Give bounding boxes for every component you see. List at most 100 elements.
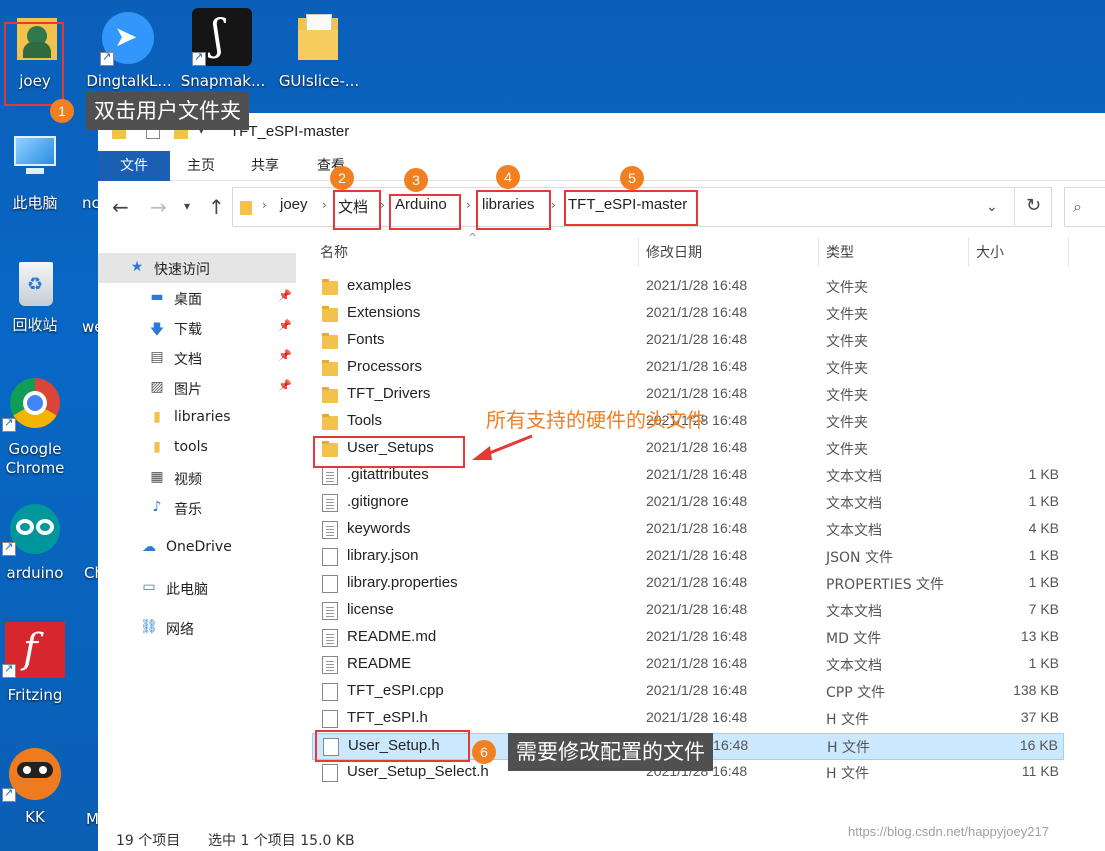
desktop-icon-kk[interactable]: KK xyxy=(0,742,70,832)
desktop-icon-snapmaker[interactable]: ʃ Snapmak... xyxy=(181,8,265,98)
table-row[interactable]: license 2021/1/28 16:48 文本文档 7 KB xyxy=(312,598,1064,625)
sidebar-item[interactable]: ▭ 此电脑 xyxy=(98,573,296,603)
file-name: Tools xyxy=(347,412,383,429)
column-date[interactable]: 修改日期 xyxy=(646,242,702,262)
file-date: 2021/1/28 16:48 xyxy=(646,493,748,509)
table-row[interactable]: Processors 2021/1/28 16:48 文件夹 xyxy=(312,355,1064,382)
file-size: 16 KB xyxy=(1019,737,1058,753)
table-row[interactable]: Extensions 2021/1/28 16:48 文件夹 xyxy=(312,301,1064,328)
desktop-icon-recycle-bin[interactable]: ♻ 回收站 xyxy=(0,252,70,342)
sidebar-item[interactable]: ♪ 音乐 xyxy=(98,493,296,523)
sidebar-item[interactable]: ▮ tools xyxy=(98,433,296,463)
file-icon xyxy=(322,521,338,539)
tab-home[interactable]: 主页 xyxy=(184,151,218,181)
desktop-icon-arduino[interactable]: arduino xyxy=(0,496,70,586)
table-row[interactable]: TFT_eSPI.h 2021/1/28 16:48 H 文件 37 KB xyxy=(312,706,1064,733)
table-row[interactable]: README.md 2021/1/28 16:48 MD 文件 13 KB xyxy=(312,625,1064,652)
table-row[interactable]: .gitignore 2021/1/28 16:48 文本文档 1 KB xyxy=(312,490,1064,517)
table-row[interactable]: TFT_eSPI.cpp 2021/1/28 16:48 CPP 文件 138 KB xyxy=(312,679,1064,706)
pin-icon[interactable]: 📌 xyxy=(278,319,292,332)
pin-icon[interactable]: 📌 xyxy=(278,379,292,392)
desktop-icon-google-chrome[interactable]: Google Chrome xyxy=(0,372,70,477)
sidebar-item[interactable]: ⛓ 网络 xyxy=(98,613,296,643)
file-date: 2021/1/28 16:48 xyxy=(646,574,748,590)
file-size: 138 KB xyxy=(1013,682,1059,698)
file-name: TFT_eSPI.h xyxy=(347,709,428,726)
sidebar-item-label: 图片 xyxy=(174,382,202,398)
file-date: 2021/1/28 16:48 xyxy=(646,547,748,563)
chevron-right-icon: › xyxy=(322,198,327,212)
file-type: 文本文档 xyxy=(826,469,882,485)
breadcrumb-joey[interactable]: joey xyxy=(280,196,308,213)
sidebar-item-label: tools xyxy=(174,439,208,455)
table-row[interactable]: library.json 2021/1/28 16:48 JSON 文件 1 KB xyxy=(312,544,1064,571)
desktop-icon-label-partial: nc xyxy=(82,194,98,212)
file-name: TFT_eSPI.cpp xyxy=(347,682,444,699)
table-row[interactable]: library.properties 2021/1/28 16:48 PROPERT… xyxy=(312,571,1064,598)
file-size: 1 KB xyxy=(1028,655,1059,671)
sidebar-item[interactable]: ▤ 文档 📌 xyxy=(98,343,296,373)
refresh-button[interactable]: ↻ xyxy=(1014,187,1052,227)
table-row[interactable]: Fonts 2021/1/28 16:48 文件夹 xyxy=(312,328,1064,355)
recent-locations-button[interactable]: ▾ xyxy=(184,199,190,213)
table-row[interactable]: examples 2021/1/28 16:48 文件夹 xyxy=(312,274,1064,301)
file-name: library.properties xyxy=(347,574,458,591)
annotation-box-user-setup-h xyxy=(315,730,470,762)
shortcut-arrow-icon xyxy=(2,540,16,556)
file-date: 2021/1/28 16:48 xyxy=(646,331,748,347)
tab-file[interactable]: 文件 xyxy=(98,151,170,181)
file-name: .gitattributes xyxy=(347,466,429,483)
selection-info: 选中 1 个项目 15.0 KB xyxy=(208,833,355,849)
desktop-icon-this-pc[interactable]: 此电脑 xyxy=(0,128,70,218)
document-icon: ▤ xyxy=(150,349,164,365)
file-size: 7 KB xyxy=(1028,601,1059,617)
chevron-down-icon[interactable]: ⌄ xyxy=(986,199,998,215)
chevron-right-icon: › xyxy=(466,198,471,212)
desktop-icon-guislice[interactable]: GUIslice-... xyxy=(278,8,359,98)
file-name: Fonts xyxy=(347,331,385,348)
up-button[interactable]: ↑ xyxy=(208,195,225,219)
annotation-box-libraries xyxy=(476,190,551,230)
pin-icon[interactable]: 📌 xyxy=(278,349,292,362)
back-button[interactable]: ← xyxy=(112,195,129,219)
annotation-badge-1: 1 xyxy=(50,99,74,123)
file-size: 11 KB xyxy=(1021,763,1059,779)
sidebar-item[interactable]: 🡇 下载 📌 xyxy=(98,313,296,343)
desktop-icon-label-partial: M xyxy=(86,810,98,828)
desktop-icon-label: GUIslice-... xyxy=(278,72,360,90)
sidebar-item[interactable]: ☁ OneDrive xyxy=(98,533,296,563)
sidebar-item[interactable]: ▦ 视频 xyxy=(98,463,296,493)
annotation-arrow xyxy=(472,434,533,460)
download-icon: 🡇 xyxy=(149,322,165,338)
column-name[interactable]: 名称 xyxy=(320,242,348,262)
search-input[interactable]: ⌕ xyxy=(1064,187,1105,227)
tab-share[interactable]: 共享 xyxy=(248,151,282,181)
annotation-box-joey xyxy=(4,22,64,106)
file-size: 37 KB xyxy=(1020,709,1059,725)
ribbon: 文件 主页 共享 查看 xyxy=(98,151,1105,181)
sidebar-item[interactable]: ▮ libraries xyxy=(98,403,296,433)
folder-icon xyxy=(322,306,338,322)
sidebar-item[interactable]: ▨ 图片 📌 xyxy=(98,373,296,403)
file-type: 文本文档 xyxy=(826,604,882,620)
chevron-up-icon: ^ xyxy=(468,231,478,244)
forward-button[interactable]: → xyxy=(150,195,167,219)
file-type: H 文件 xyxy=(826,766,869,782)
file-icon xyxy=(322,764,338,782)
computer-icon: ▭ xyxy=(142,579,156,595)
table-row[interactable]: keywords 2021/1/28 16:48 文本文档 4 KB xyxy=(312,517,1064,544)
sidebar-item[interactable]: ★ 快速访问 xyxy=(98,253,296,283)
file-type: 文件夹 xyxy=(826,415,868,431)
pin-icon[interactable]: 📌 xyxy=(278,289,292,302)
column-type[interactable]: 类型 xyxy=(826,242,854,262)
column-size[interactable]: 大小 xyxy=(976,242,1004,262)
table-row[interactable]: README 2021/1/28 16:48 文本文档 1 KB xyxy=(312,652,1064,679)
desktop-icon-fritzing[interactable]: f Fritzing xyxy=(0,618,70,708)
desktop-icon-dingtalk[interactable]: ➤ DingtalkL... xyxy=(86,8,172,98)
sidebar-item-label: 视频 xyxy=(174,472,202,488)
folder-icon xyxy=(296,12,340,62)
sidebar-item[interactable]: ▬ 桌面 📌 xyxy=(98,283,296,313)
file-date: 2021/1/28 16:48 xyxy=(646,601,748,617)
file-name: README.md xyxy=(347,628,437,645)
network-icon: ⛓ xyxy=(140,619,158,635)
